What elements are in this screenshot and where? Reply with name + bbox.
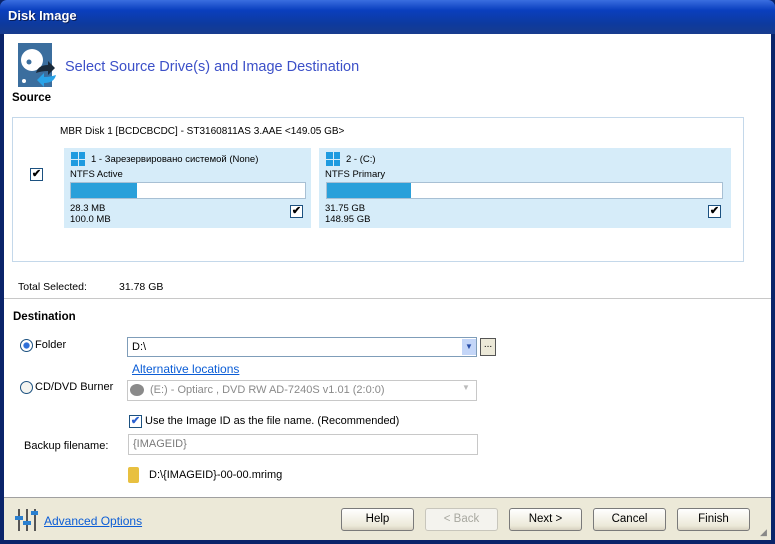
windows-icon [326,152,340,166]
windows-icon [71,152,85,166]
back-button: < Back [425,508,498,531]
usage-fill [71,183,138,198]
use-image-id-checkbox[interactable]: ✔ [129,415,142,428]
total-selected-value: 31.78 GB [119,281,164,293]
total-size: 148.95 GB [325,214,371,225]
window-title: Disk Image [8,8,77,23]
dropdown-arrow-icon: ▼ [462,383,470,392]
partition-checkbox[interactable]: ✔ [708,205,721,218]
backup-filename-value: {IMAGEID} [133,438,187,450]
partition-checkbox[interactable]: ✔ [290,205,303,218]
usage-bar [70,182,306,199]
total-selected-label: Total Selected: [18,281,87,293]
use-image-id-label: Use the Image ID as the file name. (Reco… [145,415,400,427]
resize-grip-icon[interactable]: ◢ [760,527,767,538]
alternative-locations-link[interactable]: Alternative locations [132,362,239,376]
cd-burner-value: (E:) - Optiarc , DVD RW AD-7240S v1.01 (… [150,384,385,396]
next-button[interactable]: Next > [509,508,582,531]
disk-label: MBR Disk 1 [BCDCBCDC] - ST3160811AS 3.AA… [60,126,345,137]
advanced-options-icon [15,509,38,531]
partition-1[interactable]: 1 - Зарезервировано системой (None) NTFS… [64,148,311,228]
folder-label: Folder [35,339,67,351]
partition-fs: NTFS Active [70,169,123,180]
optical-drive-icon [130,384,144,396]
disk-checkbox[interactable]: ✔ [30,168,43,181]
partition-fs: NTFS Primary [325,169,386,180]
total-size: 100.0 MB [70,214,111,225]
cd-burner-combo[interactable]: (E:) - Optiarc , DVD RW AD-7240S v1.01 (… [127,380,477,401]
partition-2[interactable]: 2 - (C:) NTFS Primary 31.75 GB 148.95 GB… [319,148,731,228]
help-button[interactable]: Help [341,508,414,531]
used-size: 28.3 MB [70,203,106,214]
backup-filename-input[interactable]: {IMAGEID} [128,434,478,455]
partition-name: 1 - Зарезервировано системой (None) [91,154,259,165]
source-heading: Source [12,92,51,104]
folder-icon [128,467,139,483]
browse-button[interactable]: ... [480,338,496,356]
partition-name: 2 - (C:) [346,154,376,165]
advanced-options-link[interactable]: Advanced Options [44,514,142,528]
dropdown-arrow-icon[interactable]: ▼ [462,339,476,355]
cd-burner-label: CD/DVD Burner [35,381,114,393]
cancel-button[interactable]: Cancel [593,508,666,531]
usage-fill [327,183,412,198]
finish-button[interactable]: Finish [677,508,750,531]
cd-burner-radio[interactable] [20,381,33,394]
divider [4,298,771,299]
output-path: D:\{IMAGEID}-00-00.mrimg [149,469,283,481]
used-size: 31.75 GB [325,203,366,214]
folder-combo[interactable]: D:\ [127,337,477,357]
folder-radio[interactable] [20,339,33,352]
usage-bar [326,182,723,199]
title-bar[interactable] [0,0,775,34]
folder-value: D:\ [132,341,147,353]
backup-filename-label: Backup filename: [24,440,109,452]
page-title: Select Source Drive(s) and Image Destina… [65,59,360,75]
destination-heading: Destination [13,311,76,323]
disk-image-icon [18,43,56,87]
